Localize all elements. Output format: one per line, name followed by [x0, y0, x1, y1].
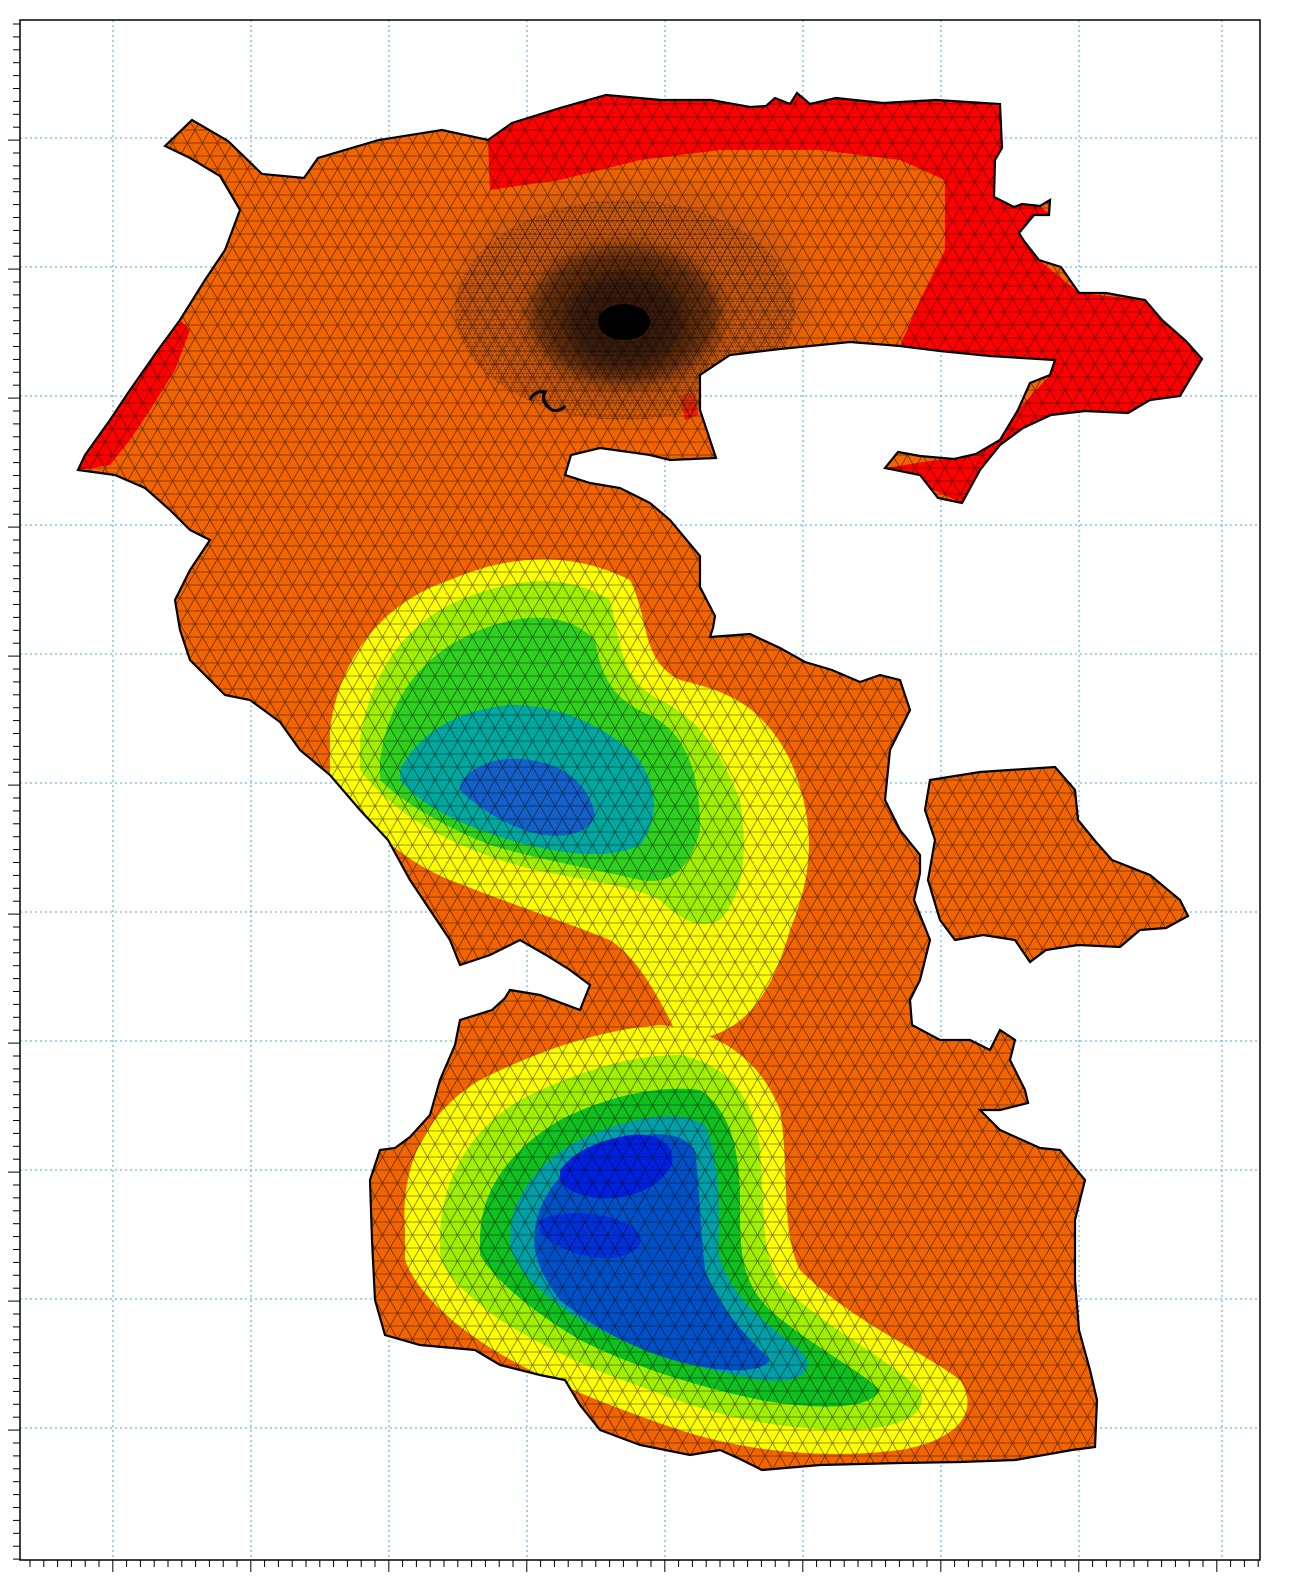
bathymetry-mesh-map[interactable] [0, 0, 1290, 1585]
map-viewport[interactable] [0, 0, 1290, 1585]
